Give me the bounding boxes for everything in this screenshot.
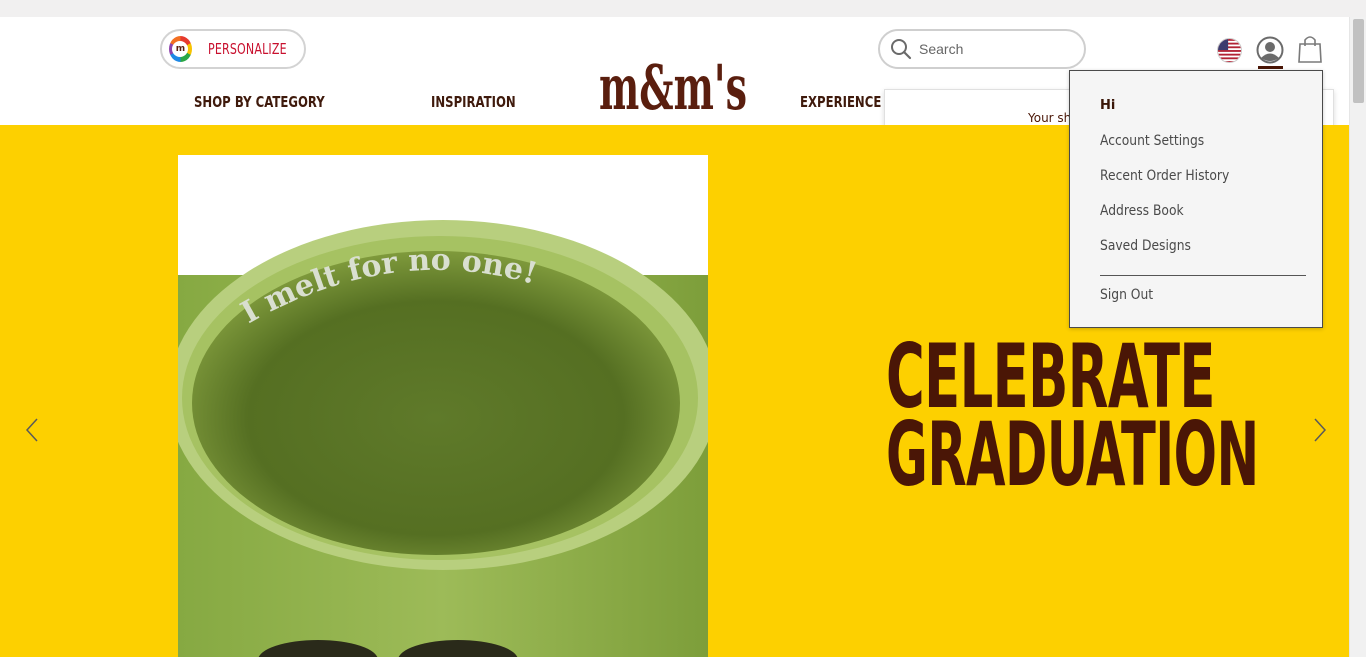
logo-text: m&m's bbox=[599, 51, 747, 115]
browser-top-strip bbox=[0, 0, 1366, 17]
hero-product-image: I melt for no one! bbox=[178, 155, 708, 657]
personalize-badge-icon: m bbox=[169, 36, 192, 62]
nav-shop-by-category[interactable]: SHOP BY CATEGORY bbox=[194, 93, 325, 111]
search-icon bbox=[891, 39, 912, 60]
menu-address-book[interactable]: Address Book bbox=[1100, 203, 1184, 219]
menu-recent-order-history[interactable]: Recent Order History bbox=[1100, 168, 1229, 184]
page-scrollbar[interactable] bbox=[1349, 17, 1366, 657]
search-input[interactable] bbox=[919, 41, 1069, 57]
menu-sign-out[interactable]: Sign Out bbox=[1100, 287, 1153, 303]
mms-logo[interactable]: m&m's bbox=[597, 51, 753, 115]
menu-divider bbox=[1100, 275, 1306, 276]
us-flag-icon[interactable] bbox=[1217, 38, 1242, 63]
account-icon[interactable] bbox=[1256, 36, 1284, 64]
nav-experience[interactable]: EXPERIENCE M&M'S bbox=[800, 93, 884, 111]
hero-headline: CELEBRATE GRADUATION bbox=[886, 333, 1259, 506]
carousel-next-arrow-icon[interactable] bbox=[1312, 417, 1328, 443]
mug-illustration: I melt for no one! bbox=[178, 220, 708, 657]
scrollbar-thumb[interactable] bbox=[1353, 19, 1364, 103]
search-box[interactable] bbox=[878, 29, 1086, 69]
nav-inspiration[interactable]: INSPIRATION bbox=[431, 93, 516, 111]
personalize-label: PERSONALIZE bbox=[207, 40, 287, 58]
carousel-prev-arrow-icon[interactable] bbox=[24, 417, 40, 443]
menu-account-settings[interactable]: Account Settings bbox=[1100, 133, 1204, 149]
badge-letter: m bbox=[172, 41, 189, 57]
account-greeting: Hi bbox=[1100, 98, 1116, 113]
headline-line-2: GRADUATION bbox=[886, 403, 1259, 506]
account-dropdown-menu: Hi Account Settings Recent Order History… bbox=[1069, 70, 1323, 328]
menu-saved-designs[interactable]: Saved Designs bbox=[1100, 238, 1191, 254]
account-active-indicator bbox=[1258, 66, 1283, 69]
personalize-button[interactable]: m PERSONALIZE bbox=[160, 29, 306, 69]
shopping-bag-icon[interactable] bbox=[1297, 34, 1323, 64]
